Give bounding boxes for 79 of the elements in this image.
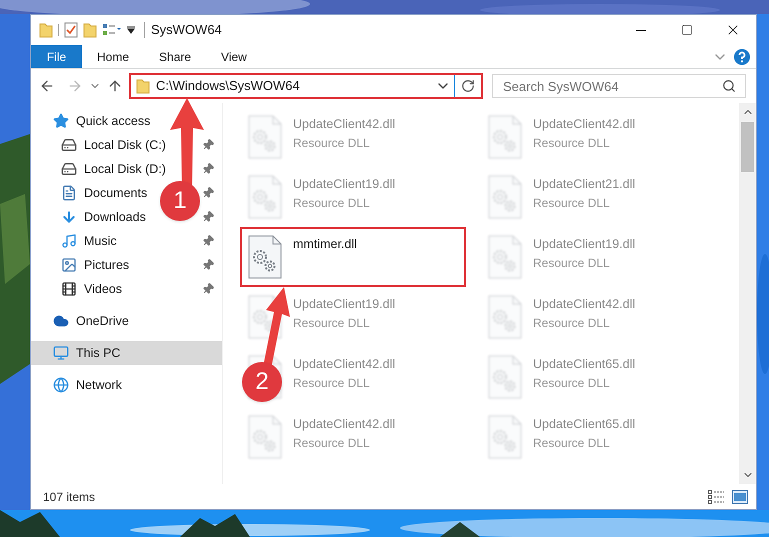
window-title: SysWOW64 [151, 21, 222, 40]
file-type: Resource DLL [533, 314, 611, 332]
refresh-icon[interactable] [461, 79, 475, 93]
drive-icon [61, 161, 77, 177]
file-name: UpdateClient42.dll [293, 416, 396, 433]
folder-icon [136, 78, 150, 94]
file-type: Resource DLL [293, 374, 371, 392]
sidebar-item[interactable]: Videos [31, 277, 130, 301]
download-icon [61, 209, 77, 225]
item-count: 107 items [43, 488, 96, 506]
gear-file-icon [247, 115, 283, 159]
monitor-icon [53, 345, 69, 361]
checklist-icon[interactable] [64, 22, 78, 38]
sidebar-item[interactable]: Quick access [31, 109, 158, 133]
gear-file-icon [487, 355, 523, 399]
picture-icon [61, 257, 77, 273]
file-name: UpdateClient42.dll [533, 116, 636, 133]
sidebar-item[interactable]: Pictures [31, 253, 138, 277]
cloud-icon [53, 313, 69, 329]
search-icon[interactable] [722, 79, 736, 93]
sidebar-item[interactable]: This PC [31, 341, 222, 365]
file-name: UpdateClient65.dll [533, 416, 636, 433]
file-name: UpdateClient19.dll [293, 296, 396, 313]
address-field[interactable]: C:\Windows\SysWOW64 [129, 73, 483, 99]
gear-file-icon [247, 415, 283, 459]
scroll-thumb[interactable] [741, 122, 754, 172]
gear-file-icon [487, 235, 523, 279]
sidebar-item[interactable]: Music [31, 229, 125, 253]
film-icon [61, 281, 77, 297]
file-type: Resource DLL [293, 314, 371, 332]
star-icon [53, 113, 69, 129]
file-item[interactable]: mmtimer.dll [240, 227, 466, 287]
gear-file-icon [487, 295, 523, 339]
file-type: Resource DLL [533, 194, 611, 212]
globe-icon [53, 377, 69, 393]
maximize-icon [681, 24, 693, 36]
scrollbar[interactable] [739, 103, 756, 484]
gear-file-icon [487, 115, 523, 159]
sidebar-item[interactable]: Downloads [31, 205, 154, 229]
document-icon [61, 185, 77, 201]
file-type: Resource DLL [293, 434, 371, 452]
gear-file-icon [487, 415, 523, 459]
sidebar-item[interactable]: Network [31, 373, 130, 397]
file-name: UpdateClient42.dll [293, 116, 396, 133]
sidebar-item[interactable]: Local Disk (C:) [31, 133, 174, 157]
file-name: mmtimer.dll [293, 236, 357, 253]
file-type: Resource DLL [533, 134, 611, 152]
file-name: UpdateClient42.dll [293, 356, 396, 373]
ribbon-tab[interactable]: Home [82, 45, 144, 68]
dropdown-icon[interactable] [127, 26, 135, 34]
back-icon[interactable] [39, 78, 55, 94]
gear-file-icon [247, 235, 283, 279]
file-type: Resource DLL [533, 254, 611, 272]
sidebar-item[interactable]: Documents [31, 181, 156, 205]
properties-icon[interactable] [102, 23, 122, 37]
file-type: Resource DLL [293, 194, 371, 212]
drive-icon [61, 137, 77, 153]
ribbon-tab[interactable]: File [31, 45, 82, 68]
file-type: Resource DLL [533, 434, 611, 452]
file-name: UpdateClient65.dll [533, 356, 636, 373]
sidebar-item[interactable]: OneDrive [31, 309, 137, 333]
search-field[interactable]: Search SysWOW64 [492, 74, 746, 98]
file-name: UpdateClient21.dll [533, 176, 636, 193]
file-name: UpdateClient42.dll [533, 296, 636, 313]
help-icon[interactable] [734, 48, 750, 64]
sidebar-item[interactable]: Local Disk (D:) [31, 157, 174, 181]
large-icons-view-icon[interactable] [732, 490, 748, 504]
ribbon-tab[interactable]: View [206, 45, 262, 68]
file-type: Resource DLL [293, 134, 371, 152]
file-name: UpdateClient19.dll [293, 176, 396, 193]
file-name: UpdateClient19.dll [533, 236, 636, 253]
gear-file-icon [247, 175, 283, 219]
gear-file-icon [487, 175, 523, 219]
up-icon[interactable] [107, 78, 123, 94]
details-view-icon[interactable] [708, 490, 724, 504]
folder-icon [39, 22, 53, 38]
music-note-icon [61, 233, 77, 249]
ribbon-tab[interactable]: Share [144, 45, 206, 68]
file-type: Resource DLL [533, 374, 611, 392]
